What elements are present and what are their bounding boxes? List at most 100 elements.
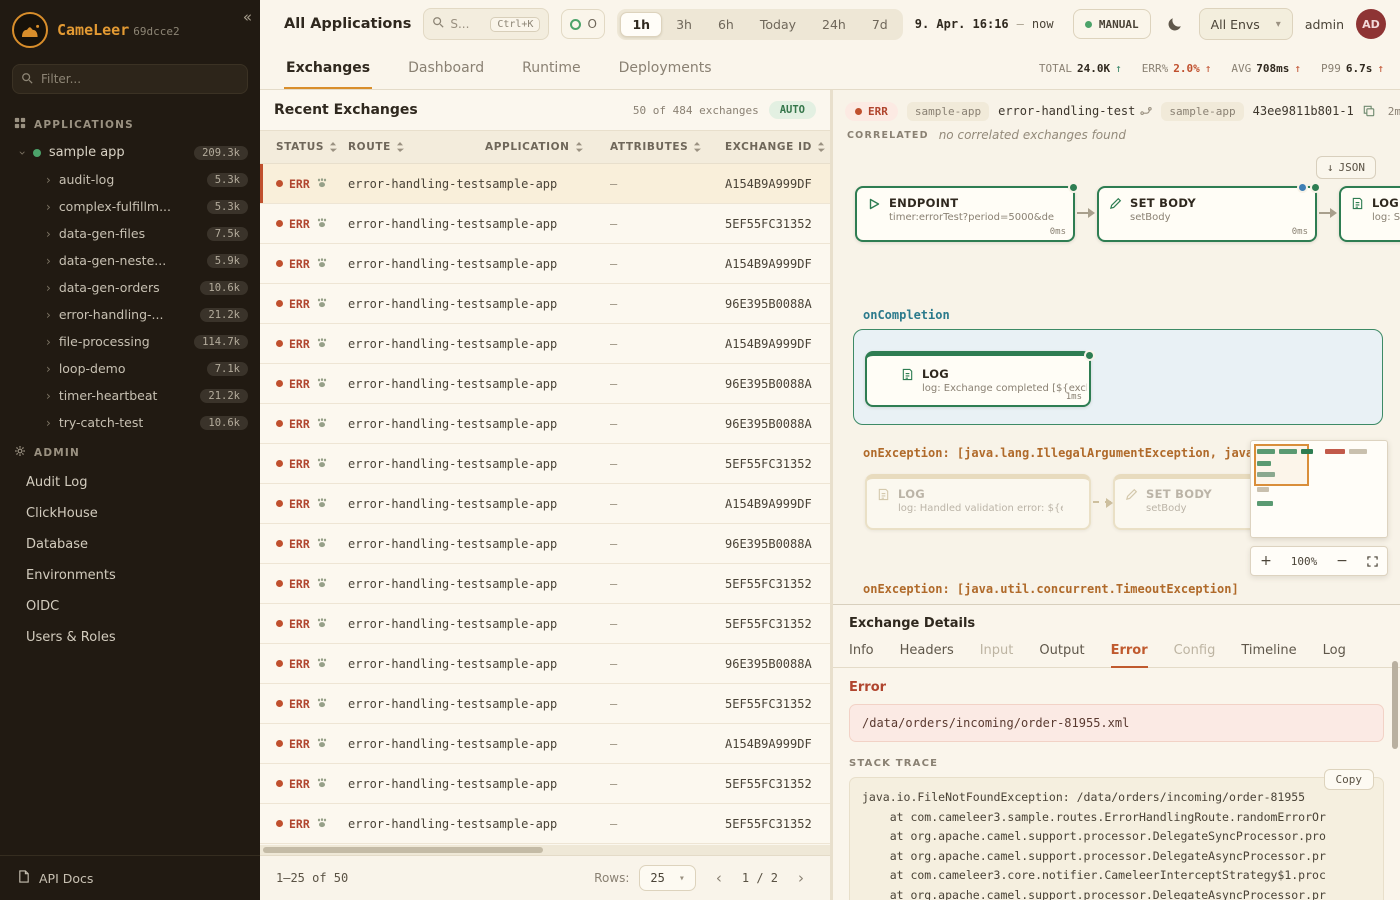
flow-canvas[interactable]: ↓ JSON ENDPOINT timer:errorTest?period=5… [833,148,1400,604]
errors-only-toggle[interactable]: O [561,9,605,39]
table-row[interactable]: ERRerror-handling-testsample-app—A154B9A… [260,324,830,364]
status-cell: ERR [260,697,348,711]
auto-refresh-badge[interactable]: AUTO [769,101,816,119]
zoom-fit-button[interactable] [1357,547,1387,575]
table-row[interactable]: ERRerror-handling-testsample-app—5EF55FC… [260,564,830,604]
sidebar-route-data-gen-orders[interactable]: ›data-gen-orders10.6k [0,274,260,301]
global-search[interactable]: Ctrl+K [423,8,549,40]
time-range-6h[interactable]: 6h [706,12,746,37]
date-range[interactable]: 9. Apr. 16:16 — now [915,17,1054,31]
user-avatar[interactable]: AD [1356,9,1386,39]
download-json-button[interactable]: ↓ JSON [1316,156,1376,179]
tab-deployments[interactable]: Deployments [617,48,714,89]
copy-stack-trace-button[interactable]: Copy [1324,769,1375,790]
sidebar-route-complex-fulfillm[interactable]: ›complex-fulfillm...5.3k [0,193,260,220]
details-tab-log[interactable]: Log [1323,638,1346,668]
time-range-1h[interactable]: 1h [620,12,662,37]
horizontal-scrollbar[interactable] [260,845,830,855]
table-row[interactable]: ERRerror-handling-testsample-app—96E395B… [260,644,830,684]
details-tab-error[interactable]: Error [1111,638,1148,668]
copy-icon[interactable] [1359,101,1379,121]
flow-node-endpoint[interactable]: ENDPOINT timer:errorTest?period=5000&del… [855,186,1075,242]
sidebar-collapse-button[interactable]: « [243,8,252,26]
table-row[interactable]: ERRerror-handling-testsample-app—5EF55FC… [260,684,830,724]
sidebar-item-oidc[interactable]: OIDC [0,591,260,622]
sidebar-filter-input[interactable] [12,64,248,94]
zoom-out-button[interactable]: − [1327,547,1357,575]
sidebar-item-sample-app[interactable]: › sample app 209.3k [0,139,260,166]
table-row[interactable]: ERRerror-handling-testsample-app—A154B9A… [260,244,830,284]
sidebar-route-try-catch-test[interactable]: ›try-catch-test10.6k [0,409,260,436]
table-row[interactable]: ERRerror-handling-testsample-app—A154B9A… [260,164,830,204]
refresh-mode-button[interactable]: MANUAL [1073,9,1151,39]
flow-node-exception-log[interactable]: LOG log: Handled validation error: ${exc… [865,474,1091,530]
flow-node-log[interactable]: LOG log: Sta [1339,186,1400,242]
table-row[interactable]: ERRerror-handling-testsample-app—5EF55FC… [260,604,830,644]
stack-trace-block[interactable]: java.io.FileNotFoundException: /data/ord… [849,777,1384,900]
environment-select[interactable]: All Envs ▾ [1199,8,1293,40]
column-header-status[interactable]: STATUS [260,141,348,153]
table-row[interactable]: ERRerror-handling-testsample-app—5EF55FC… [260,804,830,844]
rows-per-page-select[interactable]: 25 ▾ [639,865,695,891]
tab-dashboard[interactable]: Dashboard [406,48,486,89]
table-row[interactable]: ERRerror-handling-testsample-app—5EF55FC… [260,444,830,484]
flow-route-name[interactable]: error-handling-test [998,104,1152,118]
column-header-route[interactable]: ROUTE [348,141,485,153]
node-subtitle: timer:errorTest?period=5000&dela [889,212,1054,223]
flow-minimap[interactable] [1250,440,1388,538]
flow-node-set-body[interactable]: SET BODY setBody 0ms [1097,186,1317,242]
vertical-scrollbar-thumb[interactable] [1392,661,1398,749]
sidebar-item-api-docs[interactable]: API Docs [0,855,260,900]
sidebar-route-audit-log[interactable]: ›audit-log5.3k [0,166,260,193]
table-row[interactable]: ERRerror-handling-testsample-app—96E395B… [260,284,830,324]
time-range-today[interactable]: Today [748,12,808,37]
next-page-button[interactable]: › [788,865,814,891]
details-tab-headers[interactable]: Headers [900,638,954,668]
sidebar-route-timer-heartbeat[interactable]: ›timer-heartbeat21.2k [0,382,260,409]
table-row[interactable]: ERRerror-handling-testsample-app—5EF55FC… [260,204,830,244]
status-label: ERR [289,617,310,631]
error-dot-icon [276,420,283,427]
column-header-exchange-id[interactable]: EXCHANGE ID [725,141,830,153]
details-tab-output[interactable]: Output [1039,638,1084,668]
minimap-node [1257,461,1271,466]
details-tab-timeline[interactable]: Timeline [1241,638,1296,668]
zoom-in-button[interactable]: + [1251,547,1281,575]
table-row[interactable]: ERRerror-handling-testsample-app—96E395B… [260,404,830,444]
sidebar-route-file-processing[interactable]: ›file-processing114.7k [0,328,260,355]
nav-tabs-bar: ExchangesDashboardRuntimeDeployments TOT… [260,48,1400,90]
status-cell: ERR [260,737,348,751]
correlated-message: no correlated exchanges found [939,128,1126,142]
table-row[interactable]: ERRerror-handling-testsample-app—A154B9A… [260,724,830,764]
scrollbar-thumb[interactable] [263,847,543,853]
table-row[interactable]: ERRerror-handling-testsample-app—96E395B… [260,364,830,404]
search-icon [21,72,33,84]
tab-runtime[interactable]: Runtime [520,48,582,89]
route-name: complex-fulfillm... [59,199,171,214]
sidebar-item-users-roles[interactable]: Users & Roles [0,622,260,653]
time-range-3h[interactable]: 3h [664,12,704,37]
sidebar-item-environments[interactable]: Environments [0,560,260,591]
tab-exchanges[interactable]: Exchanges [284,48,372,89]
sidebar-item-audit-log[interactable]: Audit Log [0,467,260,498]
sidebar-item-database[interactable]: Database [0,529,260,560]
sidebar-route-error-handling[interactable]: ›error-handling-...21.2k [0,301,260,328]
sidebar-item-clickhouse[interactable]: ClickHouse [0,498,260,529]
dark-mode-toggle[interactable] [1163,12,1187,36]
prev-page-button[interactable]: ‹ [706,865,732,891]
time-range-7d[interactable]: 7d [860,12,900,37]
table-row[interactable]: ERRerror-handling-testsample-app—96E395B… [260,524,830,564]
sidebar-route-data-gen-files[interactable]: ›data-gen-files7.5k [0,220,260,247]
table-row[interactable]: ERRerror-handling-testsample-app—5EF55FC… [260,764,830,804]
table-row[interactable]: ERRerror-handling-testsample-app—A154B9A… [260,484,830,524]
details-tab-config[interactable]: Config [1174,638,1216,668]
column-header-application[interactable]: APPLICATION [485,141,610,153]
sidebar-route-data-gen-neste[interactable]: ›data-gen-neste...5.9k [0,247,260,274]
details-tab-input[interactable]: Input [980,638,1014,668]
time-range-24h[interactable]: 24h [810,12,858,37]
search-input[interactable] [450,17,484,31]
column-header-attributes[interactable]: ATTRIBUTES [610,141,725,153]
sidebar-route-loop-demo[interactable]: ›loop-demo7.1k [0,355,260,382]
flow-node-completion-log[interactable]: LOG log: Exchange completed [${exchan 1m… [865,351,1091,407]
details-tab-info[interactable]: Info [849,638,874,668]
